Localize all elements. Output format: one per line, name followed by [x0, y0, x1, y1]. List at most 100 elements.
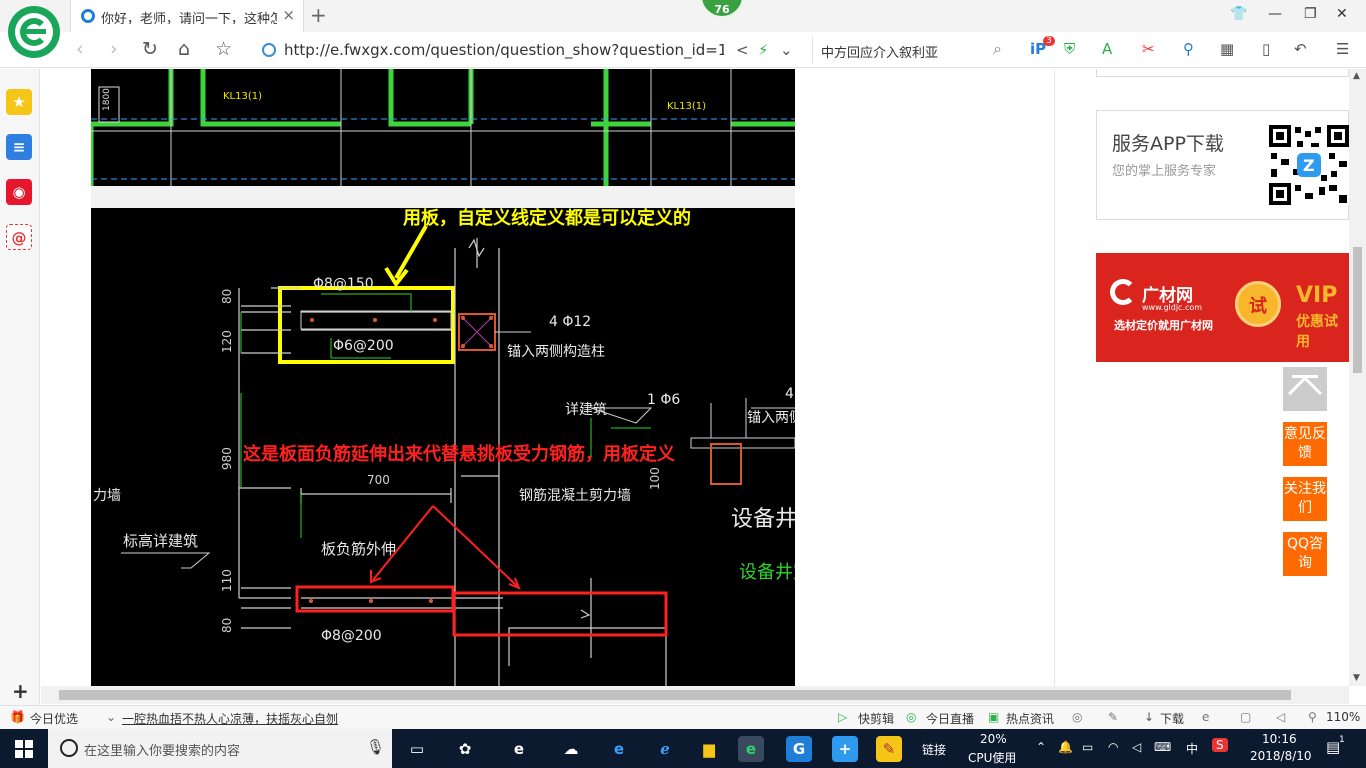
label-elevation: 标高详建筑	[123, 532, 198, 550]
taskbar-search[interactable]: 在这里输入你要搜索的内容 🎙	[48, 729, 392, 768]
cad-drawing-top: 1800 KL13(1) KL13(1)	[91, 69, 795, 186]
ie-mode-icon[interactable]: e	[1202, 710, 1209, 724]
skin-icon[interactable]: 👕	[1230, 6, 1247, 22]
feedback-button[interactable]: 意见反馈	[1283, 422, 1327, 466]
favorites-star-icon[interactable]: ★	[6, 89, 32, 115]
close-window-icon[interactable]: ✕	[1336, 6, 1348, 22]
search-icon[interactable]: ⌕	[993, 39, 1002, 59]
download-icon: ↓	[1144, 710, 1155, 724]
back-icon[interactable]: ‹	[76, 38, 84, 60]
search-box[interactable]: 中方回应介入叙利亚 ⌕	[812, 37, 1012, 63]
forward-icon[interactable]: ›	[110, 38, 118, 60]
sogou-icon[interactable]: S	[1212, 738, 1228, 752]
chevron-down-icon[interactable]: ⌄	[106, 710, 116, 724]
home-icon[interactable]: ⌂	[178, 38, 190, 60]
clip-icon: ▷	[838, 710, 848, 724]
apps-grid-icon[interactable]: ▦	[1220, 40, 1234, 58]
notification-bell-icon[interactable]: 🔔	[1058, 740, 1073, 754]
taskbar-search-placeholder[interactable]: 在这里输入你要搜索的内容	[84, 740, 240, 759]
wifi-icon[interactable]: ◠	[1108, 740, 1118, 754]
horizontal-scroll-thumb[interactable]	[59, 690, 1291, 700]
qq-consult-button[interactable]: QQ咨询	[1283, 532, 1327, 576]
battery-icon[interactable]: ▭	[1082, 740, 1093, 754]
ad-banner[interactable]: 广材网 www.gldjc.com 选材定价就用广材网 试 VIP 优惠试用	[1096, 253, 1349, 362]
task-view-icon[interactable]: ▭	[404, 736, 430, 762]
lightning-icon[interactable]: ⚡	[758, 41, 769, 59]
back-to-top-button[interactable]	[1283, 367, 1327, 411]
download-link[interactable]: 下载	[1160, 710, 1184, 727]
label-4: 4	[785, 386, 794, 402]
browser-tab[interactable]: 你好，老师，请问一下，这种怎么 ×	[70, 0, 304, 32]
pin-icon[interactable]: ✎	[1108, 710, 1118, 724]
window-icon[interactable]: ▢	[1240, 710, 1251, 724]
column-divider	[1054, 69, 1055, 686]
kl13-label-1: KL13(1)	[223, 91, 262, 102]
new-tab-button[interactable]: +	[310, 3, 327, 27]
clock-date[interactable]: 2018/8/10	[1250, 749, 1312, 763]
today-picks[interactable]: 今日优选	[30, 710, 78, 727]
notes-app-icon[interactable]: ✎	[876, 736, 902, 762]
pinwheel-app-icon[interactable]: ✿	[452, 736, 478, 762]
translate-icon[interactable]: A	[1102, 40, 1112, 58]
restore-icon[interactable]: ❐	[1304, 6, 1317, 22]
horizontal-scrollbar[interactable]	[41, 686, 1349, 704]
site-info-icon[interactable]	[262, 43, 276, 57]
dropdown-chevron-icon[interactable]: ⌄	[780, 41, 793, 59]
share-icon[interactable]: <	[736, 41, 749, 59]
zoom-level[interactable]: 110%	[1326, 710, 1360, 724]
clock-time[interactable]: 10:16	[1262, 732, 1297, 746]
browser-logo[interactable]	[8, 6, 60, 58]
volume-icon[interactable]: ◁	[1132, 740, 1141, 754]
hot-news-link[interactable]: 热点资讯	[1006, 710, 1054, 727]
weibo-icon[interactable]: ◉	[6, 179, 32, 205]
address-text[interactable]: http://e.fwxgx.com/question/question_sho…	[284, 41, 724, 59]
email-at-icon[interactable]: @	[6, 224, 32, 250]
label-wall-left: 力墙	[93, 488, 121, 504]
vertical-scroll-thumb[interactable]	[1353, 247, 1362, 373]
favorite-star-icon[interactable]: ☆	[215, 38, 232, 60]
cad-drawing-main: 用板，自定义线定义都是可以定义的 Φ8@150 Φ6@200 4 Φ12 锚入两…	[91, 208, 795, 686]
vertical-scrollbar[interactable]: ▲ ▼	[1349, 69, 1366, 686]
speed-icon[interactable]: ◎	[1072, 710, 1082, 724]
quick-clip-link[interactable]: 快剪辑	[858, 710, 894, 727]
tab-close-icon[interactable]: ×	[282, 6, 295, 24]
microphone-icon[interactable]: 🎙	[366, 738, 385, 756]
follow-us-button[interactable]: 关注我们	[1283, 477, 1327, 521]
undo-icon[interactable]: ↶	[1294, 40, 1307, 58]
ime-label[interactable]: 中	[1186, 740, 1198, 757]
label-anchor-columns: 锚入两侧构造柱	[507, 344, 605, 360]
zoom-icon[interactable]: ⚲	[1308, 710, 1317, 724]
file-explorer-icon[interactable]: ▆	[696, 736, 722, 762]
sidebar-toggle-icon[interactable]: ▯	[1262, 40, 1270, 58]
live-link[interactable]: 今日直播	[926, 710, 974, 727]
active-browser-icon[interactable]: e	[738, 736, 764, 762]
address-bar[interactable]: http://e.fwxgx.com/question/question_sho…	[258, 37, 798, 63]
windows-start-icon[interactable]	[15, 740, 33, 758]
glodon-app-icon[interactable]: G	[786, 736, 812, 762]
mute-icon[interactable]: ◁	[1276, 710, 1285, 724]
top-card-partial	[1096, 69, 1349, 77]
tray-chevron-icon[interactable]: ⌃	[1036, 740, 1046, 754]
ie-icon[interactable]: ℯ	[652, 736, 678, 762]
refresh-icon[interactable]: ↻	[142, 38, 158, 60]
browser-e-icon[interactable]: e	[506, 736, 532, 762]
find-icon[interactable]: ⚲	[1183, 40, 1194, 58]
hot-news-icon: ▣	[988, 710, 1000, 724]
dim-100: 100	[648, 467, 662, 490]
app-download-card[interactable]: 服务APP下载 您的掌上服务专家 Z	[1096, 110, 1349, 220]
minimize-icon[interactable]: —	[1268, 6, 1282, 22]
speed-badge[interactable]: 76	[700, 0, 744, 18]
cortana-icon[interactable]	[60, 739, 78, 757]
search-text[interactable]: 中方回应介入叙利亚	[821, 42, 938, 61]
shield-icon[interactable]: ⛨	[1064, 40, 1075, 58]
keyboard-icon[interactable]: ⌨	[1154, 740, 1171, 754]
menu-icon[interactable]: ☰	[1336, 40, 1349, 58]
plus-app-icon[interactable]: +	[832, 736, 858, 762]
news-list-icon[interactable]: ≡	[6, 134, 32, 160]
taskbar-link-label[interactable]: 链接	[922, 741, 946, 758]
scissors-icon[interactable]: ✂	[1142, 40, 1155, 58]
add-sidebar-icon[interactable]: +	[12, 679, 29, 703]
cloud-app-icon[interactable]: ☁	[558, 736, 584, 762]
edge-icon[interactable]: e	[606, 736, 632, 762]
news-ticker[interactable]: 一腔热血捂不热人心凉薄，扶摇灰心自刎	[122, 710, 338, 727]
